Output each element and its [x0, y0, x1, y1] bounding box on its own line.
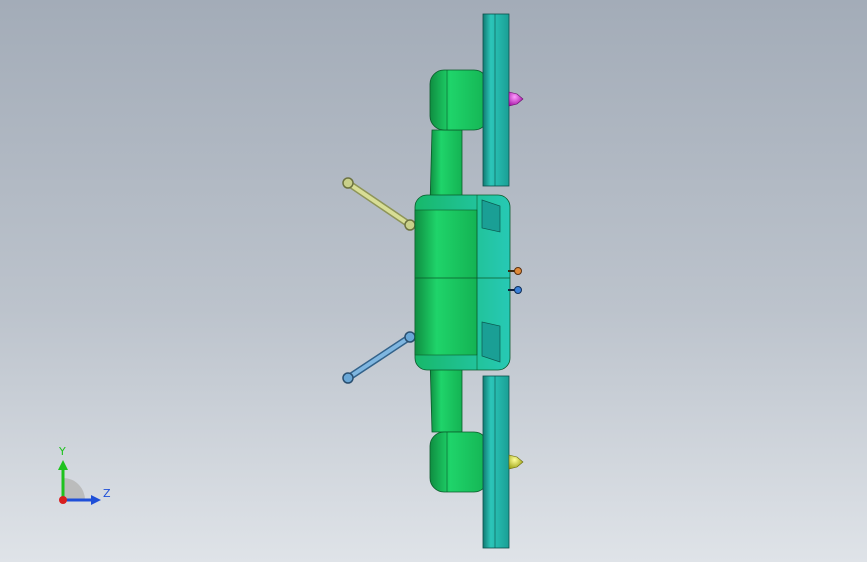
- triad-y-label: Y: [58, 445, 66, 458]
- lower-linkage-arm[interactable]: [342, 331, 416, 384]
- upper-linkage-arm[interactable]: [342, 177, 416, 231]
- 3d-viewport[interactable]: Y Z: [0, 0, 867, 562]
- view-orientation-triad-icon: Y Z: [58, 445, 111, 505]
- model-assembly[interactable]: [342, 13, 524, 549]
- triad-z-label: Z: [103, 487, 111, 500]
- upper-propeller-disc[interactable]: [482, 13, 524, 187]
- central-hub[interactable]: [414, 194, 511, 371]
- lower-propeller-disc[interactable]: [482, 375, 524, 549]
- lower-motor-mount[interactable]: [429, 357, 489, 493]
- upper-motor-mount[interactable]: [429, 69, 489, 206]
